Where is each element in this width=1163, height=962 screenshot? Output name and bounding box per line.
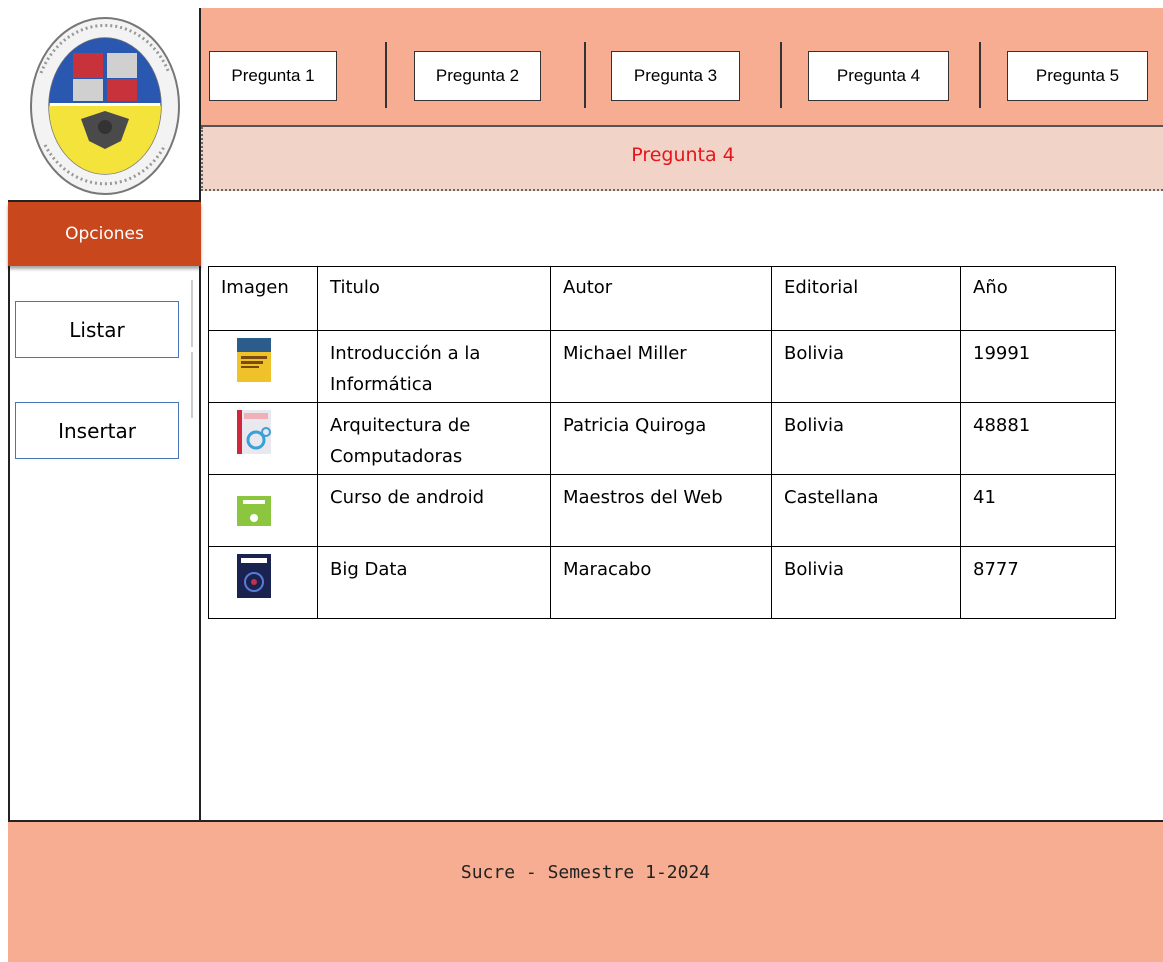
column-header-editorial: Editorial [771,266,961,331]
column-header-titulo: Titulo [317,266,551,331]
page-title: Pregunta 4 [631,144,735,166]
titulo-cell: Arquitectura de Computadoras [317,402,551,475]
column-header-imagen: Imagen [208,266,318,331]
book-cover-image [237,482,271,526]
editorial-cell: Bolivia [771,330,961,403]
book-cover-image [237,554,271,598]
table-row: Curso de android Maestros del Web Castel… [208,474,1116,547]
anio-cell: 19991 [960,330,1116,403]
titulo-cell: Big Data [317,546,551,619]
autor-cell: Maracabo [550,546,772,619]
titulo-cell: Curso de android [317,474,551,547]
autor-cell: Maestros del Web [550,474,772,547]
table-header-row: Imagen Titulo Autor Editorial Año [208,266,1116,331]
university-logo [8,8,201,202]
book-cover-cell [208,474,318,547]
table-row: Big Data Maracabo Bolivia 8777 [208,546,1116,619]
editorial-cell: Castellana [771,474,961,547]
anio-cell: 41 [960,474,1116,547]
titulo-cell: Introducción a la Informática [317,330,551,403]
table-row: Introducción a la Informática Michael Mi… [208,330,1116,403]
column-header-autor: Autor [550,266,772,331]
scrollbar[interactable] [191,352,193,418]
nav-separator [979,42,981,108]
nav-button-pregunta-4[interactable]: Pregunta 4 [808,51,949,101]
listar-button[interactable]: Listar [15,301,179,358]
book-cover-image [237,410,271,454]
nav-separator [584,42,586,108]
table-row: Arquitectura de Computadoras Patricia Qu… [208,402,1116,475]
nav-button-pregunta-5[interactable]: Pregunta 5 [1007,51,1148,101]
editorial-cell: Bolivia [771,402,961,475]
sidebar-header: Opciones [8,202,201,266]
page-header: Pregunta 4 [201,127,1163,191]
nav-button-pregunta-1[interactable]: Pregunta 1 [209,51,337,101]
anio-cell: 8777 [960,546,1116,619]
nav-separator [385,42,387,108]
book-cover-cell [208,546,318,619]
book-cover-image [237,338,271,382]
footer-text: Sucre - Semestre 1-2024 [460,862,711,883]
anio-cell: 48881 [960,402,1116,475]
books-table: Imagen Titulo Autor Editorial Año Introd… [208,266,1116,619]
book-cover-cell [208,402,318,475]
editorial-cell: Bolivia [771,546,961,619]
book-cover-cell [208,330,318,403]
nav-button-pregunta-2[interactable]: Pregunta 2 [414,51,541,101]
footer: Sucre - Semestre 1-2024 [8,820,1163,962]
insertar-button[interactable]: Insertar [15,402,179,459]
nav-separator [780,42,782,108]
sidebar: Opciones Listar Insertar [8,202,201,820]
column-header-anio: Año [960,266,1116,331]
top-nav: Pregunta 1 Pregunta 2 Pregunta 3 Pregunt… [201,8,1163,127]
autor-cell: Patricia Quiroga [550,402,772,475]
nav-button-pregunta-3[interactable]: Pregunta 3 [611,51,740,101]
autor-cell: Michael Miller [550,330,772,403]
scrollbar[interactable] [191,280,193,347]
